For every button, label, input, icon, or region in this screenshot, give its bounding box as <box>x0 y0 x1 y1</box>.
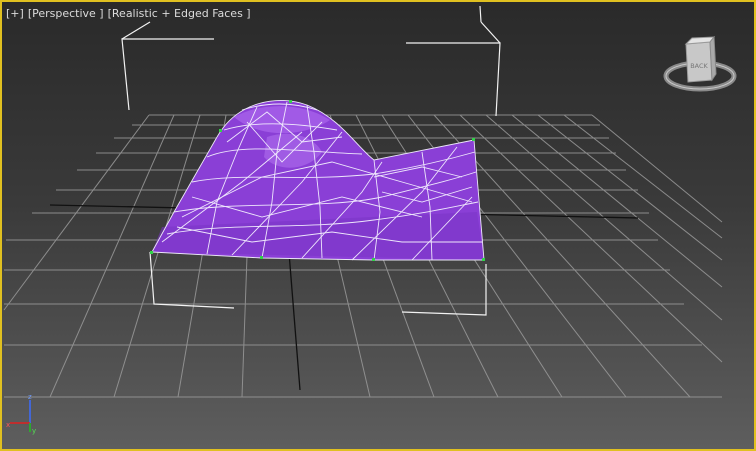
viewcube-face-label: BACK <box>690 62 708 70</box>
z-axis-label: z <box>28 393 32 401</box>
viewport-label-menus: [+] [Perspective ] [Realistic + Edged Face… <box>6 7 255 20</box>
viewport-pov-menu[interactable]: [Perspective ] <box>28 7 104 20</box>
x-axis-label: x <box>6 421 10 429</box>
axis-tripod: z x y <box>6 393 36 435</box>
viewport-shading-menu[interactable]: [Realistic + Edged Faces ] <box>108 7 251 20</box>
viewcube-graphic[interactable]: BACK <box>662 36 742 100</box>
y-axis-label: y <box>32 427 36 435</box>
terrain-mesh[interactable] <box>150 99 485 261</box>
scene-canvas[interactable]: z x y <box>2 2 756 451</box>
viewcube[interactable]: BACK <box>662 36 742 100</box>
viewport-plus-menu[interactable]: [+] <box>6 7 24 20</box>
perspective-viewport[interactable]: z x y [+] [Perspective ] [Realistic + Edge… <box>0 0 756 451</box>
